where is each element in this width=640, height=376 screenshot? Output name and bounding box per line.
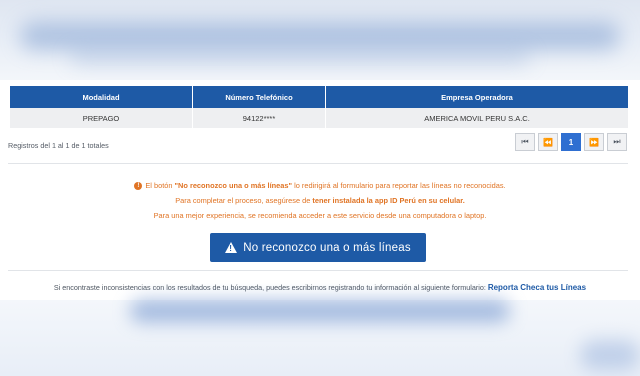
report-lines-button-label: No reconozco una o más líneas bbox=[243, 241, 411, 254]
cell-modalidad: PREPAGO bbox=[10, 108, 193, 128]
pagination: ⏮ ⏪ 1 ⏩ ⏭ bbox=[515, 133, 627, 151]
info-line-2-prefix: Para completar el proceso, asegúrese de bbox=[175, 196, 313, 205]
column-header-modalidad: Modalidad bbox=[10, 86, 193, 108]
blurred-shape bbox=[20, 22, 620, 50]
warning-triangle-icon: ! bbox=[225, 242, 238, 253]
blurred-shape bbox=[130, 300, 510, 322]
warning-circle-icon: ! bbox=[134, 182, 143, 191]
blurred-shape bbox=[580, 340, 640, 370]
column-header-numero: Número Telefónico bbox=[192, 86, 326, 108]
info-line-2: Para completar el proceso, asegúrese de … bbox=[0, 196, 640, 205]
first-page-icon[interactable]: ⏮ bbox=[515, 133, 535, 151]
report-form-link[interactable]: Reporta Checa tus Líneas bbox=[488, 283, 586, 292]
next-page-icon[interactable]: ⏩ bbox=[584, 133, 604, 151]
info-line-1: ! El botón "No reconozco una o más líneas… bbox=[0, 181, 640, 191]
report-lines-button[interactable]: ! No reconozco una o más líneas bbox=[210, 233, 426, 262]
info-line-1-bold: "No reconozco una o más líneas" bbox=[174, 181, 293, 190]
divider bbox=[8, 270, 628, 271]
page-button-current[interactable]: 1 bbox=[561, 133, 581, 151]
records-count: Registros del 1 al 1 de 1 totales bbox=[8, 141, 109, 150]
footer-text: Si encontraste inconsistencias con los r… bbox=[53, 283, 488, 292]
results-table: Modalidad Número Telefónico Empresa Oper… bbox=[10, 86, 628, 128]
results-panel: Modalidad Número Telefónico Empresa Oper… bbox=[0, 80, 640, 300]
blurred-shape bbox=[70, 50, 530, 64]
divider bbox=[8, 163, 628, 164]
info-line-3: Para una mejor experiencia, se recomiend… bbox=[153, 211, 487, 220]
cell-empresa: AMERICA MOVIL PERU S.A.C. bbox=[325, 108, 628, 128]
info-line-2-bold: tener instalada la app ID Perú en su cel… bbox=[312, 196, 465, 205]
info-line-1-prefix: El botón bbox=[145, 181, 175, 190]
prev-page-icon[interactable]: ⏪ bbox=[538, 133, 558, 151]
footer-note: Si encontraste inconsistencias con los r… bbox=[0, 283, 640, 292]
table-header-row: Modalidad Número Telefónico Empresa Oper… bbox=[10, 86, 628, 108]
last-page-icon[interactable]: ⏭ bbox=[607, 133, 627, 151]
cell-numero: 94122**** bbox=[192, 108, 326, 128]
blurred-header bbox=[0, 0, 640, 80]
info-line-1-suffix: lo redirigirá al formulario para reporta… bbox=[292, 181, 506, 190]
table-row: PREPAGO 94122**** AMERICA MOVIL PERU S.A… bbox=[10, 108, 628, 128]
blurred-footer bbox=[0, 300, 640, 376]
column-header-empresa: Empresa Operadora bbox=[325, 86, 628, 108]
